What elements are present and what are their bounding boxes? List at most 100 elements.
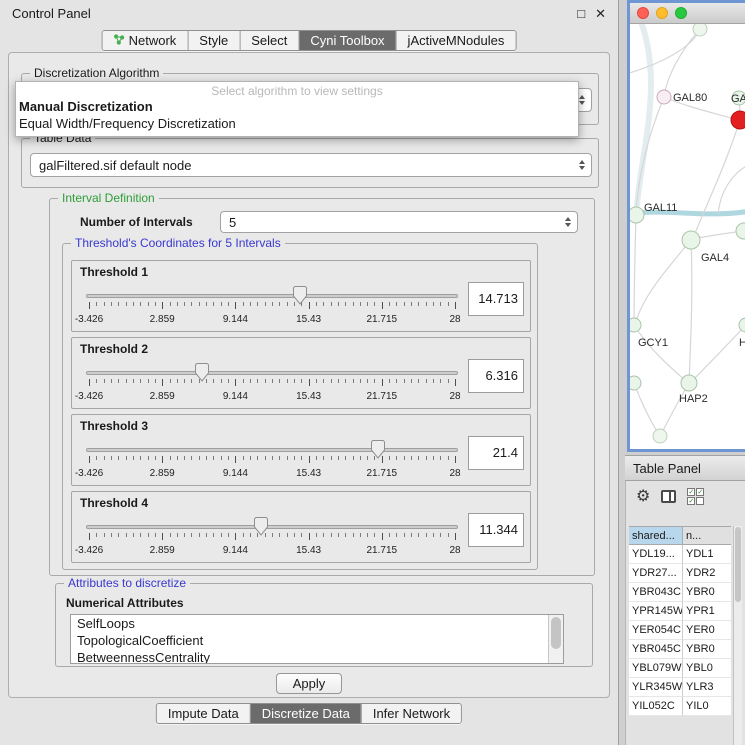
table-row[interactable]: YDL19...YDL1 — [629, 545, 731, 564]
minimize-traffic-light-icon[interactable] — [656, 7, 668, 19]
node-gal11[interactable] — [630, 207, 644, 223]
close-icon[interactable]: ✕ — [595, 7, 606, 20]
node-gal80[interactable] — [657, 90, 671, 104]
table-cell[interactable]: YDR2 — [683, 564, 731, 583]
threshold-value-field[interactable]: 11.344 — [468, 513, 524, 547]
tab-select[interactable]: Select — [239, 31, 298, 50]
scrollbar-thumb[interactable] — [735, 527, 741, 602]
table-cell[interactable]: YER0 — [683, 621, 731, 640]
slider-tick — [389, 533, 390, 537]
slider-thumb[interactable] — [293, 286, 307, 305]
table-data-combo[interactable]: galFiltered.sif default node — [30, 153, 592, 177]
table-row[interactable]: YPR145WYPR1 — [629, 602, 731, 621]
node[interactable] — [653, 429, 667, 443]
slider-tick-label: 2.859 — [150, 468, 175, 479]
column-header[interactable]: n... — [683, 526, 731, 545]
table-row[interactable]: YER054CYER0 — [629, 621, 731, 640]
slider-tick-label: 15.43 — [296, 314, 321, 325]
table-scrollbar[interactable] — [733, 526, 742, 745]
slider-thumb[interactable] — [195, 363, 209, 382]
attribute-item[interactable]: BetweennessCentrality — [71, 649, 548, 664]
node-gcy1[interactable] — [630, 318, 641, 332]
table-row[interactable]: YBR043CYBR0 — [629, 583, 731, 602]
slider-track[interactable] — [86, 448, 458, 452]
number-of-intervals-combo[interactable]: 5 — [220, 211, 578, 233]
slider-tick — [213, 302, 214, 306]
table-cell[interactable]: YBL0 — [683, 659, 731, 678]
table-cell[interactable]: YBR0 — [683, 583, 731, 602]
slider-thumb[interactable] — [254, 517, 268, 536]
table-cell[interactable]: YDR27... — [629, 564, 683, 583]
table-row[interactable]: YLR345WYLR3 — [629, 678, 731, 697]
select-columns-icon[interactable] — [687, 488, 704, 505]
popup-option-equal-width-frequency[interactable]: Equal Width/Frequency Discretization — [16, 115, 578, 132]
threshold-slider[interactable]: -3.4262.8599.14415.4321.71528 — [82, 439, 462, 485]
node[interactable] — [731, 111, 745, 129]
slider-tick-label: 9.144 — [223, 391, 248, 402]
table-cell[interactable]: YIL0 — [683, 697, 731, 716]
table-cell[interactable]: YDL1 — [683, 545, 731, 564]
attribute-item[interactable]: TopologicalCoefficient — [71, 632, 548, 649]
float-icon[interactable]: □ — [577, 7, 585, 20]
tab-network[interactable]: Network — [103, 31, 188, 50]
network-window-titlebar[interactable] — [630, 3, 745, 24]
numerical-attributes-list[interactable]: SelfLoopsTopologicalCoefficientBetweenne… — [70, 614, 564, 664]
table-cell[interactable]: YDL19... — [629, 545, 683, 564]
threshold-value-field[interactable]: 14.713 — [468, 282, 524, 316]
tab-impute-data[interactable]: Impute Data — [157, 704, 250, 723]
threshold-slider[interactable]: -3.4262.8599.14415.4321.71528 — [82, 516, 462, 562]
node-gal4[interactable] — [682, 231, 700, 249]
tab-jactivemnodules[interactable]: jActiveMNodules — [396, 31, 516, 50]
slider-tick — [177, 533, 178, 537]
gear-icon[interactable]: ⚙ — [636, 489, 650, 505]
table-row[interactable]: YIL052CYIL0 — [629, 697, 731, 716]
slider-track[interactable] — [86, 525, 458, 529]
network-canvas[interactable]: GAL80GAGAL11GAL4GCY1HHAP2 — [630, 24, 745, 449]
table-cell[interactable]: YLR3 — [683, 678, 731, 697]
node[interactable] — [736, 223, 745, 239]
table-cell[interactable]: YPR1 — [683, 602, 731, 621]
table-cell[interactable]: YBR045C — [629, 640, 683, 659]
column-header[interactable]: shared... — [629, 526, 683, 545]
zoom-traffic-light-icon[interactable] — [675, 7, 687, 19]
table-row[interactable]: YBL079WYBL0 — [629, 659, 731, 678]
attributes-scrollbar[interactable] — [548, 615, 563, 663]
slider-track[interactable] — [86, 294, 458, 298]
slider-tick — [323, 379, 324, 383]
table-cell[interactable]: YBR043C — [629, 583, 683, 602]
scrollbar-thumb[interactable] — [551, 617, 561, 649]
apply-button[interactable]: Apply — [276, 673, 342, 694]
slider-tick-label: -3.426 — [75, 391, 103, 402]
attribute-item[interactable]: SelfLoops — [71, 615, 548, 632]
slider-tick — [367, 456, 368, 460]
threshold-slider[interactable]: -3.4262.8599.14415.4321.71528 — [82, 285, 462, 331]
slider-thumb[interactable] — [371, 440, 385, 459]
slider-tick — [309, 302, 310, 309]
table-cell[interactable]: YER054C — [629, 621, 683, 640]
tab-discretize-data[interactable]: Discretize Data — [250, 704, 361, 723]
tab-infer-network[interactable]: Infer Network — [361, 704, 461, 723]
columns-icon[interactable] — [661, 490, 676, 503]
threshold-slider[interactable]: -3.4262.8599.14415.4321.71528 — [82, 362, 462, 408]
table-cell[interactable]: YBL079W — [629, 659, 683, 678]
popup-option-manual-discretization[interactable]: Manual Discretization — [16, 98, 578, 115]
tab-style[interactable]: Style — [187, 31, 239, 50]
node[interactable] — [693, 24, 707, 36]
slider-tick — [96, 533, 97, 537]
table-row[interactable]: YBR045CYBR0 — [629, 640, 731, 659]
table-cell[interactable]: YIL052C — [629, 697, 683, 716]
slider-tick — [89, 456, 90, 463]
node[interactable] — [630, 376, 641, 390]
close-traffic-light-icon[interactable] — [637, 7, 649, 19]
node-h[interactable] — [739, 318, 745, 332]
table-row[interactable]: YDR27...YDR2 — [629, 564, 731, 583]
node-hap2[interactable] — [681, 375, 697, 391]
tab-cyni-toolbox[interactable]: Cyni Toolbox — [298, 31, 395, 50]
table-cell[interactable]: YBR0 — [683, 640, 731, 659]
threshold-value-field[interactable]: 21.4 — [468, 436, 524, 470]
slider-track[interactable] — [86, 371, 458, 375]
table-cell[interactable]: YPR145W — [629, 602, 683, 621]
slider-tick — [374, 533, 375, 537]
threshold-value-field[interactable]: 6.316 — [468, 359, 524, 393]
table-cell[interactable]: YLR345W — [629, 678, 683, 697]
